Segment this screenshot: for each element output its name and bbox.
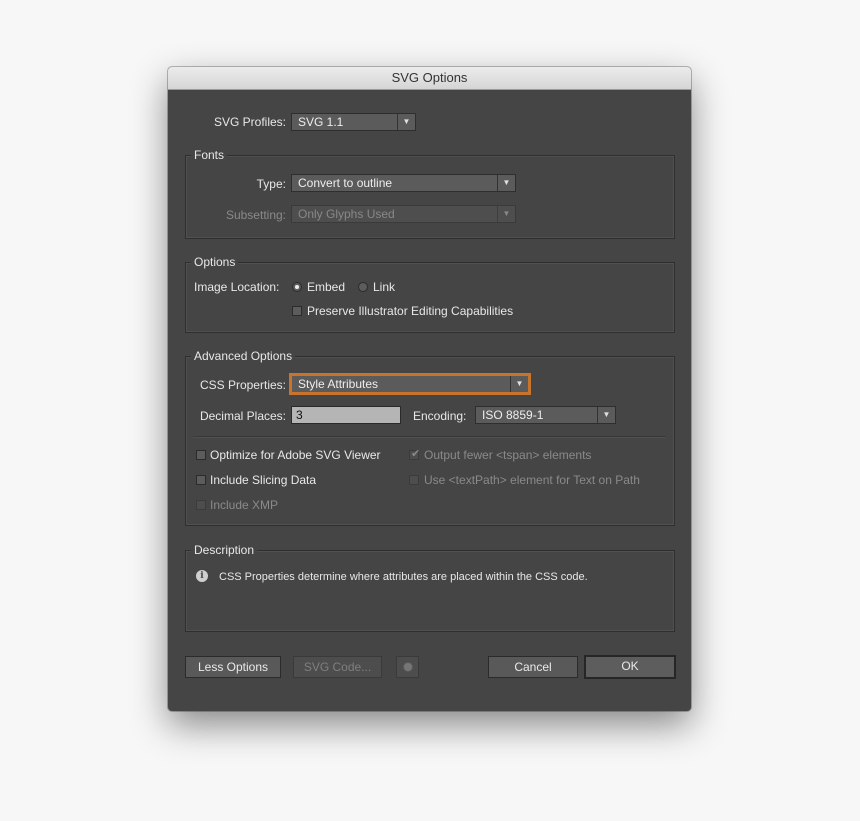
cancel-button[interactable]: Cancel [488, 656, 578, 678]
fewer-tspan-checkbox: ✔ [409, 448, 421, 460]
description-group: Description [185, 542, 675, 632]
embed-radio[interactable] [292, 282, 302, 292]
preserve-editing-checkbox[interactable] [292, 306, 302, 316]
svg-options-dialog: SVG Options SVG Profiles: SVG 1.1 ▼ Font… [168, 67, 691, 711]
encoding-value: ISO 8859-1 [482, 408, 544, 422]
description-text: CSS Properties determine where attribute… [219, 571, 588, 583]
globe-icon [403, 662, 413, 672]
web-preview-button [396, 656, 419, 678]
embed-label[interactable]: Embed [307, 280, 345, 294]
font-type-label: Type: [256, 177, 286, 191]
optimize-svg-viewer-label[interactable]: Optimize for Adobe SVG Viewer [210, 448, 381, 462]
encoding-label: Encoding: [413, 409, 467, 423]
subsetting-select: Only Glyphs Used ▼ [291, 205, 516, 223]
advanced-divider [193, 436, 666, 437]
link-radio[interactable] [358, 282, 368, 292]
css-properties-label: CSS Properties: [199, 378, 286, 392]
decimal-places-label: Decimal Places: [199, 409, 286, 423]
link-label[interactable]: Link [373, 280, 395, 294]
encoding-select[interactable]: ISO 8859-1 ▼ [475, 406, 616, 424]
include-xmp-checkbox [196, 500, 206, 510]
chevron-down-icon: ▼ [597, 407, 615, 423]
dialog-title: SVG Options [168, 67, 691, 90]
css-properties-select[interactable]: Style Attributes ▼ [291, 375, 529, 393]
ok-button[interactable]: OK [584, 655, 676, 679]
include-slicing-checkbox[interactable] [196, 475, 206, 485]
chevron-down-icon: ▼ [510, 376, 528, 392]
chevron-down-icon: ▼ [497, 206, 515, 222]
chevron-down-icon: ▼ [497, 175, 515, 191]
svg-profiles-select[interactable]: SVG 1.1 ▼ [291, 113, 416, 131]
description-title: Description [191, 542, 258, 558]
options-group: Options [185, 254, 675, 333]
include-slicing-label[interactable]: Include Slicing Data [210, 473, 316, 487]
info-icon: i [196, 570, 208, 582]
css-properties-value: Style Attributes [298, 377, 379, 391]
optimize-svg-viewer-checkbox[interactable] [196, 450, 206, 460]
font-type-value: Convert to outline [298, 176, 393, 190]
font-type-select[interactable]: Convert to outline ▼ [291, 174, 516, 192]
fonts-group: Fonts [185, 147, 675, 239]
less-options-button[interactable]: Less Options [185, 656, 281, 678]
decimal-places-input[interactable]: 3 [291, 406, 401, 424]
textpath-label: Use <textPath> element for Text on Path [424, 473, 640, 487]
textpath-checkbox [409, 475, 419, 485]
subsetting-label: Subsetting: [225, 208, 286, 222]
subsetting-value: Only Glyphs Used [298, 207, 395, 221]
svg-profiles-value: SVG 1.1 [298, 115, 344, 129]
options-group-title: Options [191, 254, 239, 270]
checkmark-icon: ✔ [411, 448, 421, 460]
chevron-down-icon: ▼ [397, 114, 415, 130]
svg-code-button: SVG Code... [293, 656, 382, 678]
fonts-group-title: Fonts [191, 147, 228, 163]
svg-profiles-label: SVG Profiles: [213, 115, 286, 129]
image-location-label: Image Location: [194, 280, 280, 294]
include-xmp-label: Include XMP [210, 498, 279, 512]
fewer-tspan-label: Output fewer <tspan> elements [424, 448, 592, 462]
advanced-options-title: Advanced Options [191, 348, 296, 364]
preserve-editing-label[interactable]: Preserve Illustrator Editing Capabilitie… [307, 304, 513, 318]
